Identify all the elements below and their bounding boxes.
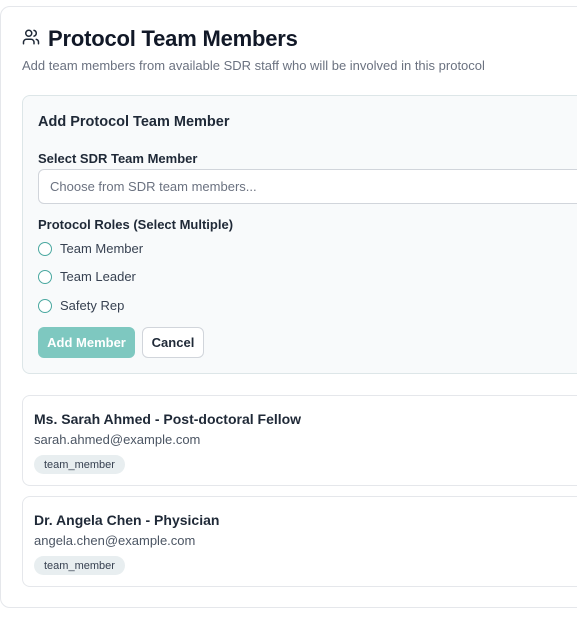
member-card: Ms. Sarah Ahmed - Post-doctoral Fellow s… [22,395,577,486]
cancel-button[interactable]: Cancel [142,327,204,358]
panel-title: Add Protocol Team Member [38,114,230,130]
role-label: Team Leader [60,269,136,284]
page-subtitle: Add team members from available SDR staf… [22,58,485,73]
role-checkbox[interactable] [38,269,52,284]
role-checkbox[interactable] [38,241,52,256]
roles-label: Protocol Roles (Select Multiple) [38,217,234,232]
title-row: Protocol Team Members [22,26,577,52]
member-name: Ms. Sarah Ahmed - Post-doctoral Fellow [34,411,302,427]
member-email: sarah.ahmed@example.com [34,432,201,447]
select-member-dropdown[interactable]: Choose from SDR team members... [38,169,577,204]
add-member-button[interactable]: Add Member [38,327,135,358]
select-placeholder: Choose from SDR team members... [50,179,257,194]
role-option-safety-rep[interactable]: Safety Rep [38,298,124,313]
role-checkbox[interactable] [38,298,52,313]
section-header: Protocol Team Members Add team members f… [22,26,577,73]
select-member-label: Select SDR Team Member [38,151,198,166]
users-icon [22,28,40,51]
role-option-team-leader[interactable]: Team Leader [38,269,136,284]
role-badge: team_member [34,556,125,575]
member-email: angela.chen@example.com [34,533,196,548]
page-title: Protocol Team Members [48,26,298,51]
role-badge: team_member [34,455,125,474]
member-name: Dr. Angela Chen - Physician [34,512,220,528]
role-label: Safety Rep [60,298,125,313]
role-label: Team Member [60,241,144,256]
member-card: Dr. Angela Chen - Physician angela.chen@… [22,496,577,587]
role-option-team-member[interactable]: Team Member [38,241,143,256]
add-member-panel: Add Protocol Team Member Select SDR Team… [22,95,577,374]
